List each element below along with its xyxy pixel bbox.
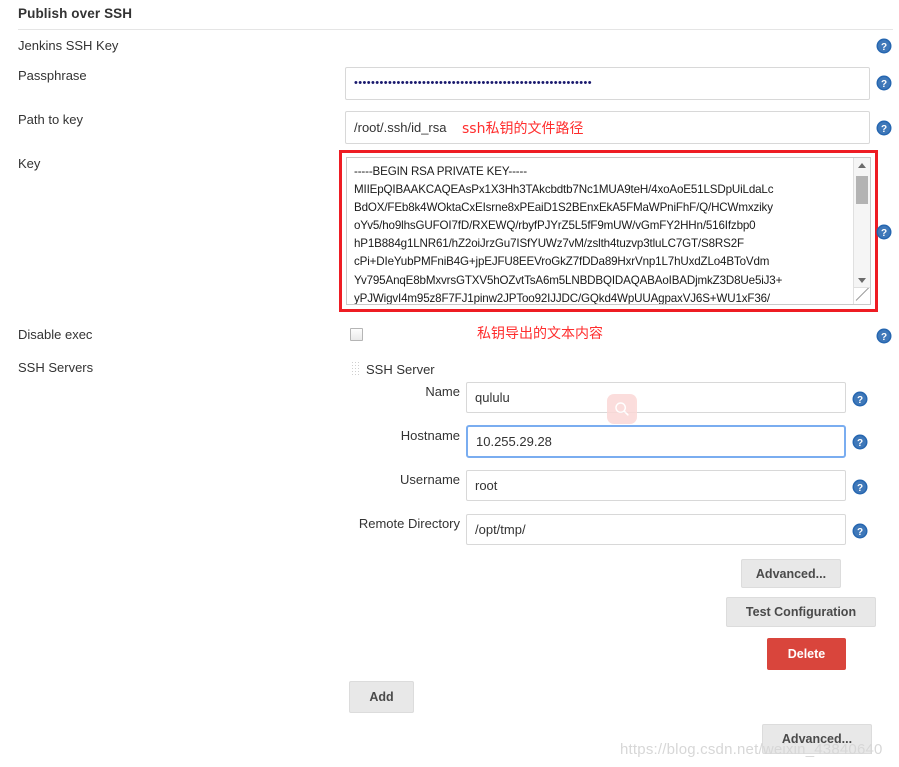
- key-label: Key: [18, 156, 41, 171]
- scrollbar-thumb[interactable]: [856, 176, 868, 204]
- help-icon-passphrase[interactable]: ?: [876, 75, 892, 91]
- passphrase-label: Passphrase: [18, 68, 87, 83]
- annotation-key-note: 私钥导出的文本内容: [477, 326, 603, 342]
- svg-text:?: ?: [857, 483, 863, 494]
- watermark: https://blog.csdn.net/weixin_43840640: [620, 741, 883, 758]
- test-configuration-button[interactable]: Test Configuration: [726, 597, 876, 627]
- disable-exec-label: Disable exec: [18, 327, 93, 342]
- disable-exec-checkbox[interactable]: [350, 328, 363, 341]
- advanced-server-button[interactable]: Advanced...: [741, 559, 841, 588]
- help-icon-name[interactable]: ?: [852, 391, 868, 407]
- hostname-label: Hostname: [400, 428, 460, 443]
- svg-text:?: ?: [881, 79, 887, 90]
- drag-handle-icon[interactable]: [352, 362, 361, 375]
- ssh-server-block-title: SSH Server: [366, 362, 435, 377]
- help-icon-hostname[interactable]: ?: [852, 434, 868, 450]
- key-textarea[interactable]: -----BEGIN RSA PRIVATE KEY----- MIIEpQIB…: [346, 157, 871, 305]
- username-label: Username: [400, 472, 460, 487]
- svg-text:?: ?: [857, 438, 863, 449]
- svg-text:?: ?: [881, 42, 887, 53]
- svg-text:?: ?: [881, 228, 887, 239]
- help-icon-key[interactable]: ?: [876, 224, 892, 240]
- key-textarea-scrollbar[interactable]: [853, 158, 870, 304]
- ssh-servers-label: SSH Servers: [18, 360, 94, 375]
- help-icon-remote-directory[interactable]: ?: [852, 523, 868, 539]
- textarea-resize-grip[interactable]: [853, 287, 870, 304]
- remote-directory-label: Remote Directory: [358, 516, 460, 531]
- svg-text:?: ?: [857, 395, 863, 406]
- name-label: Name: [425, 384, 460, 399]
- add-button[interactable]: Add: [349, 681, 414, 713]
- help-icon-disable-exec[interactable]: ?: [876, 328, 892, 344]
- svg-text:?: ?: [857, 527, 863, 538]
- remote-directory-input[interactable]: [466, 514, 846, 545]
- scroll-down-arrow-icon[interactable]: [854, 273, 870, 288]
- jenkins-ssh-key-label: Jenkins SSH Key: [18, 38, 119, 53]
- passphrase-input[interactable]: ••••••••••••••••••••••••••••••••••••••••…: [345, 67, 870, 100]
- hostname-input[interactable]: [466, 425, 846, 458]
- path-to-key-input[interactable]: [345, 111, 870, 144]
- key-textarea-content: -----BEGIN RSA PRIVATE KEY----- MIIEpQIB…: [354, 165, 783, 305]
- title-divider: [18, 29, 893, 30]
- svg-text:?: ?: [881, 124, 887, 135]
- username-input[interactable]: [466, 470, 846, 501]
- help-icon-path-to-key[interactable]: ?: [876, 120, 892, 136]
- name-input[interactable]: [466, 382, 846, 413]
- scroll-up-arrow-icon[interactable]: [854, 158, 870, 173]
- delete-button[interactable]: Delete: [767, 638, 846, 670]
- page-title: Publish over SSH: [18, 6, 133, 21]
- path-to-key-label: Path to key: [18, 112, 84, 127]
- help-icon-username[interactable]: ?: [852, 479, 868, 495]
- search-icon: [607, 394, 637, 424]
- annotation-path-note: ssh私钥的文件路径: [462, 121, 584, 137]
- help-icon-jenkins-ssh-key[interactable]: ?: [876, 38, 892, 54]
- svg-text:?: ?: [881, 332, 887, 343]
